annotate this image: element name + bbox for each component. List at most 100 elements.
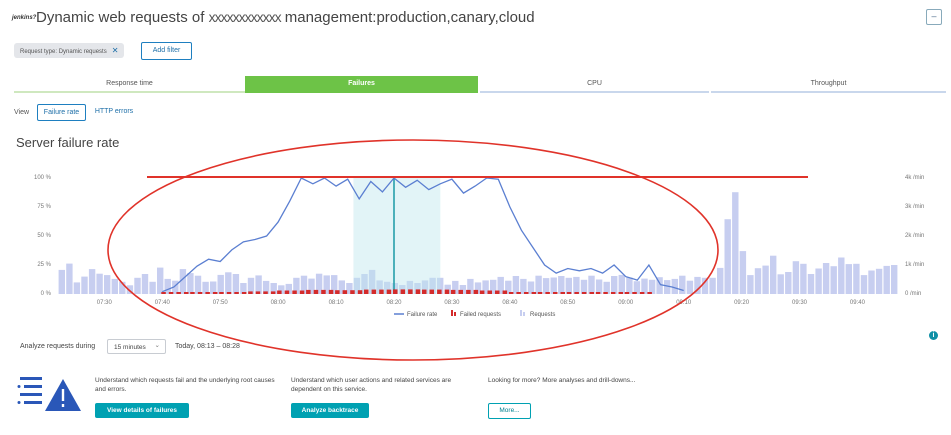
requests-bar (770, 255, 777, 294)
x-tick-label: 09:40 (850, 300, 866, 306)
failure-rate-chart[interactable]: 07:30 07:40 07:50 08:00 08:10 08:20 08:30 08:40… (0, 0, 951, 435)
selected-time-range[interactable] (353, 178, 441, 294)
requests-bar (542, 278, 550, 294)
requests-bar (217, 274, 224, 294)
failed-requests-bar (255, 291, 261, 294)
x-tick-label: 08:50 (560, 300, 576, 306)
requests-bar (875, 268, 883, 294)
failed-requests-bar (219, 292, 224, 294)
failed-requests-bar (553, 292, 558, 294)
failed-requests-bar (299, 290, 305, 294)
failed-requests-bar (241, 292, 247, 294)
failed-requests-bar (248, 291, 253, 294)
requests-bar (800, 263, 807, 294)
failed-requests-bar (639, 292, 645, 294)
x-tick-label: 09:20 (734, 300, 750, 306)
failed-requests-bar (364, 289, 369, 294)
legend-requests-swatch (523, 312, 525, 316)
x-tick-label: 08:00 (271, 300, 287, 306)
failed-requests-bar (487, 290, 492, 294)
legend-requests: Requests (530, 312, 555, 318)
failed-requests-bar (508, 292, 514, 294)
requests-bar (785, 272, 792, 294)
analyze-duration-value: 15 minutes (114, 344, 146, 351)
failed-requests-bar (284, 290, 290, 294)
failed-requests-bar (595, 292, 601, 294)
requests-bar (853, 263, 860, 294)
failed-requests-bar (422, 289, 427, 294)
requests-bar (754, 268, 762, 294)
failed-requests-bar (197, 292, 203, 294)
requests-bar (535, 275, 542, 294)
x-tick-label: 09:30 (792, 300, 808, 306)
requests-bar (732, 192, 739, 294)
card-more-text: Looking for more? More analyses and dril… (488, 377, 636, 384)
failed-requests-bar (537, 292, 543, 294)
failed-requests-bar (277, 290, 282, 294)
failed-requests-bar (624, 292, 630, 294)
failed-requests-bar (589, 292, 594, 294)
analyze-backtrace-button[interactable]: Analyze backtrace (291, 403, 369, 418)
failed-requests-bar (566, 292, 572, 294)
failed-requests-bar (350, 290, 355, 294)
requests-bar (194, 275, 202, 294)
x-tick-label: 09:00 (618, 300, 634, 306)
requests-bar (891, 265, 898, 294)
card-backtrace-text: Understand which user actions and relate… (291, 377, 452, 393)
x-tick-label: 08:20 (386, 300, 402, 306)
x-tick-label: 08:10 (329, 300, 345, 306)
requests-bar (141, 274, 149, 294)
info-icon[interactable]: i (929, 331, 938, 340)
failed-requests-bar (415, 289, 421, 294)
x-tick-label: 07:50 (213, 300, 229, 306)
legend-failed-requests: Failed requests (460, 312, 501, 318)
requests-bar (807, 274, 815, 294)
requests-bar (709, 277, 716, 294)
requests-bar (611, 276, 618, 294)
x-tick-label: 07:40 (155, 300, 171, 306)
requests-bar (686, 280, 694, 294)
failed-requests-bar (328, 289, 334, 294)
requests-bar (580, 279, 588, 294)
failed-requests-bar (292, 290, 297, 294)
legend-failed-swatch (451, 310, 453, 316)
requests-bar (626, 277, 633, 294)
failed-requests-bar (386, 289, 392, 294)
failed-requests-bar (495, 290, 500, 294)
requests-bar (73, 282, 81, 294)
requests-bar (255, 275, 262, 294)
failed-requests-bar (618, 292, 623, 294)
failed-requests-bar (632, 292, 637, 294)
requests-bar (565, 277, 572, 294)
requests-bar (868, 270, 875, 294)
requests-bar (679, 275, 686, 294)
x-tick-label: 07:30 (97, 300, 113, 306)
analyze-duration-select[interactable]: 15 minutes ⌄ (107, 339, 166, 354)
requests-bar (550, 277, 557, 294)
requests-bar (58, 269, 65, 294)
requests-bar (648, 279, 656, 294)
more-button[interactable]: More... (488, 403, 531, 419)
failed-requests-bar (184, 292, 189, 294)
requests-bar (81, 276, 88, 294)
chevron-down-icon: ⌄ (154, 342, 160, 349)
failed-requests-bar (610, 292, 616, 294)
failed-requests-bar (190, 292, 195, 294)
requests-bar (225, 272, 232, 295)
failed-requests-bar (342, 290, 348, 294)
requests-bar (838, 257, 845, 294)
requests-bar (739, 251, 747, 294)
card-failures-text: Understand which requests fail and the u… (95, 377, 275, 393)
requests-bar (520, 278, 527, 294)
failed-requests-bar (205, 292, 210, 294)
analyze-range: Today, 08:13 – 08:28 (175, 343, 240, 350)
failed-requests-bar (479, 290, 485, 294)
requests-bar (66, 263, 73, 294)
requests-bar (157, 267, 164, 294)
view-failure-details-button[interactable]: View details of failures (95, 403, 189, 418)
requests-bar (641, 278, 648, 294)
failed-requests-bar (357, 290, 363, 294)
requests-bar (830, 266, 837, 294)
requests-bar (558, 276, 565, 294)
requests-bar (232, 274, 240, 294)
